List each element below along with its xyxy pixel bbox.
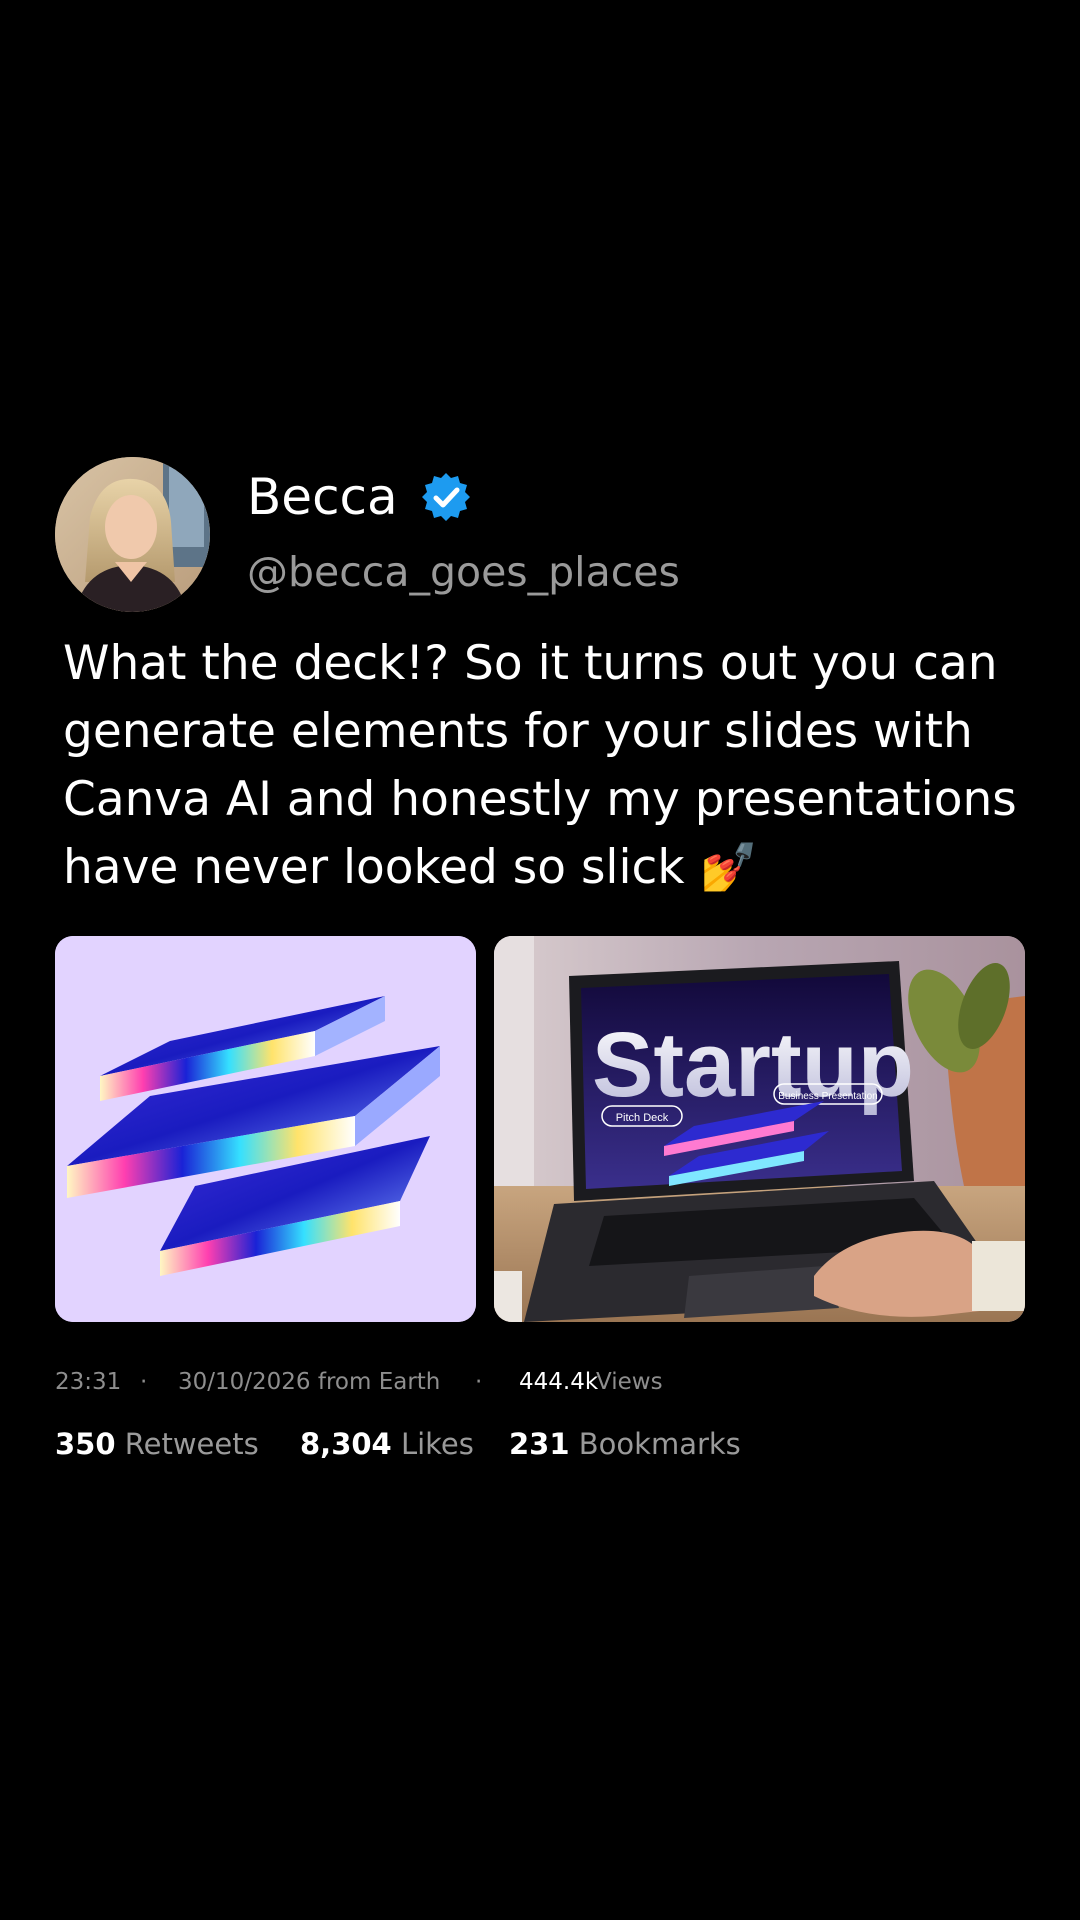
likes-count: 8,304	[300, 1427, 392, 1461]
bookmarks-count: 231	[509, 1427, 570, 1461]
likes-label: Likes	[400, 1427, 474, 1461]
views-label: Views	[596, 1369, 663, 1395]
likes-stat[interactable]: 8,304 Likes	[300, 1422, 474, 1466]
avatar[interactable]	[55, 457, 210, 612]
retweets-stat[interactable]: 350 Retweets	[55, 1422, 259, 1466]
meta-separator: ·	[140, 1369, 148, 1395]
bookmarks-label: Bookmarks	[578, 1427, 741, 1461]
media-image-shapes[interactable]	[55, 936, 476, 1322]
slide-tag-right: Business Presentation	[778, 1091, 878, 1102]
user-handle[interactable]: @becca_goes_places	[247, 542, 680, 602]
display-name[interactable]: Becca	[247, 462, 398, 532]
tweet-text: What the deck!? So it turns out you can …	[63, 636, 1017, 895]
retweets-label: Retweets	[124, 1427, 259, 1461]
tweet-date-source[interactable]: 30/10/2026 from Earth	[178, 1365, 440, 1399]
slide-tag-left: Pitch Deck	[616, 1112, 669, 1124]
retweets-count: 350	[55, 1427, 116, 1461]
verified-badge-icon	[421, 473, 470, 521]
media-image-laptop[interactable]: Startup Pitch Deck Business Presentation	[494, 936, 1025, 1322]
bookmarks-stat[interactable]: 231 Bookmarks	[509, 1422, 741, 1466]
views-count[interactable]: 444.4k	[519, 1365, 598, 1399]
meta-separator: ·	[475, 1369, 483, 1395]
tweet-time: 23:31	[55, 1369, 122, 1395]
user-name-row[interactable]: Becca	[247, 462, 472, 532]
tweet-card: Becca @becca_goes_places What the deck!?…	[0, 0, 1080, 1920]
